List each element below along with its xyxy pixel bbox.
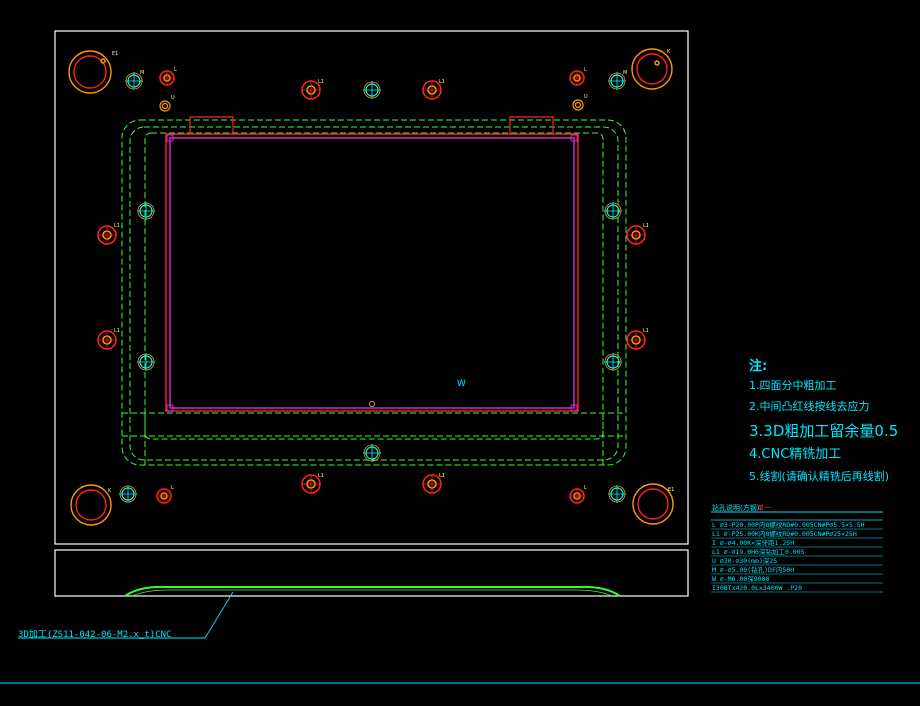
tag-br-big: E1: [668, 487, 674, 493]
tag-m-tr: M: [623, 70, 627, 76]
table-row: M ∅-∅5.00(钻孔)DF内50H: [712, 565, 794, 574]
corner-hole-top-right: [631, 48, 673, 90]
table-row: I ∅-∅4.00K×深牙距1.25H: [712, 538, 794, 547]
tag-l1-t2: L1: [439, 79, 445, 85]
tag-l1-t1: L1: [318, 79, 324, 85]
section-view-frame: [54, 549, 689, 597]
cyan-crosshair-holes: [119, 72, 626, 503]
small-orange-holes: [159, 99, 584, 112]
tag-m-tl: M: [140, 70, 144, 76]
note-3: 3.3D粗加工留余量0.5: [749, 422, 898, 440]
callout-text: 3D加工(ZS11-042-06-M2.x_t)CNC: [18, 629, 171, 640]
tag-l-tr: L: [584, 67, 587, 73]
table-row: U ∅30-∅30(mm)深25: [712, 556, 777, 565]
cavity-outline: [165, 133, 579, 412]
note-4: 4.CNC精铣加工: [749, 447, 841, 462]
tag-l1-r2: L1: [643, 328, 649, 334]
table-row: I30BTx420.0Lx3400W .P20: [712, 584, 802, 592]
table-row: L1 ∅-∅19.0H6深钻加工0.005: [712, 547, 805, 556]
tag-u-left: U: [171, 95, 175, 101]
note-1: 1.四面分中粗加工: [749, 379, 837, 392]
red-screw-holes: [97, 70, 646, 504]
corner-hole-bottom-right: [632, 483, 674, 525]
note-2: 2.中间凸红线按线去应力: [749, 399, 870, 413]
tag-l-tl: L: [174, 67, 177, 73]
tag-l1-l1: L1: [114, 223, 120, 229]
drill-table: 钻孔说明(方钢) 单一 L ∅3-P20.00P内8螺纹RD#0.005CN#P…: [711, 503, 883, 593]
tag-l-bl: L: [171, 485, 174, 491]
cavity-inner: [169, 137, 575, 409]
table-header-right: 单一: [757, 503, 771, 512]
tag-l1-l2: L1: [114, 328, 120, 334]
corner-hole-bottom-left: [70, 484, 112, 526]
cad-drawing-canvas: W E1 K K E1 U U L L L1 L1 L1 L1 L1 L1 L1…: [0, 30, 920, 684]
notes-title: 注:: [749, 358, 767, 374]
cavity-corner-marks: [166, 134, 578, 412]
table-row: L1 ∅-P25.00K内8螺纹RD#0.005CN#P∅25×25H: [712, 529, 857, 538]
center-mark: [369, 401, 375, 407]
tag-tl-big: E1: [112, 51, 118, 57]
note-5: 5.线割(请确认精铣后再线割): [749, 469, 889, 483]
mold-plate-frame: [54, 30, 689, 545]
tag-tr-big: K: [667, 49, 671, 55]
tag-bl-big: K: [108, 488, 112, 494]
tag-u-right: U: [584, 94, 588, 100]
guide-outlines: [121, 119, 627, 466]
section-profile-inner: [131, 589, 613, 597]
corner-hole-top-left: [68, 50, 112, 94]
table-row: L ∅3-P20.00P内8螺纹RD#0.005CN#P∅5.5×5.5H: [712, 520, 865, 529]
tag-l1-b1: L1: [318, 473, 324, 479]
tag-l-br: L: [584, 485, 587, 491]
section-profile: [124, 585, 621, 597]
tag-l1-r1: L1: [643, 223, 649, 229]
tag-l1-b2: L1: [439, 473, 445, 479]
table-header-left: 钻孔说明(方钢): [712, 503, 760, 512]
table-row: W ∅-M6.00深9000: [712, 574, 769, 583]
label-w: W: [457, 379, 466, 389]
